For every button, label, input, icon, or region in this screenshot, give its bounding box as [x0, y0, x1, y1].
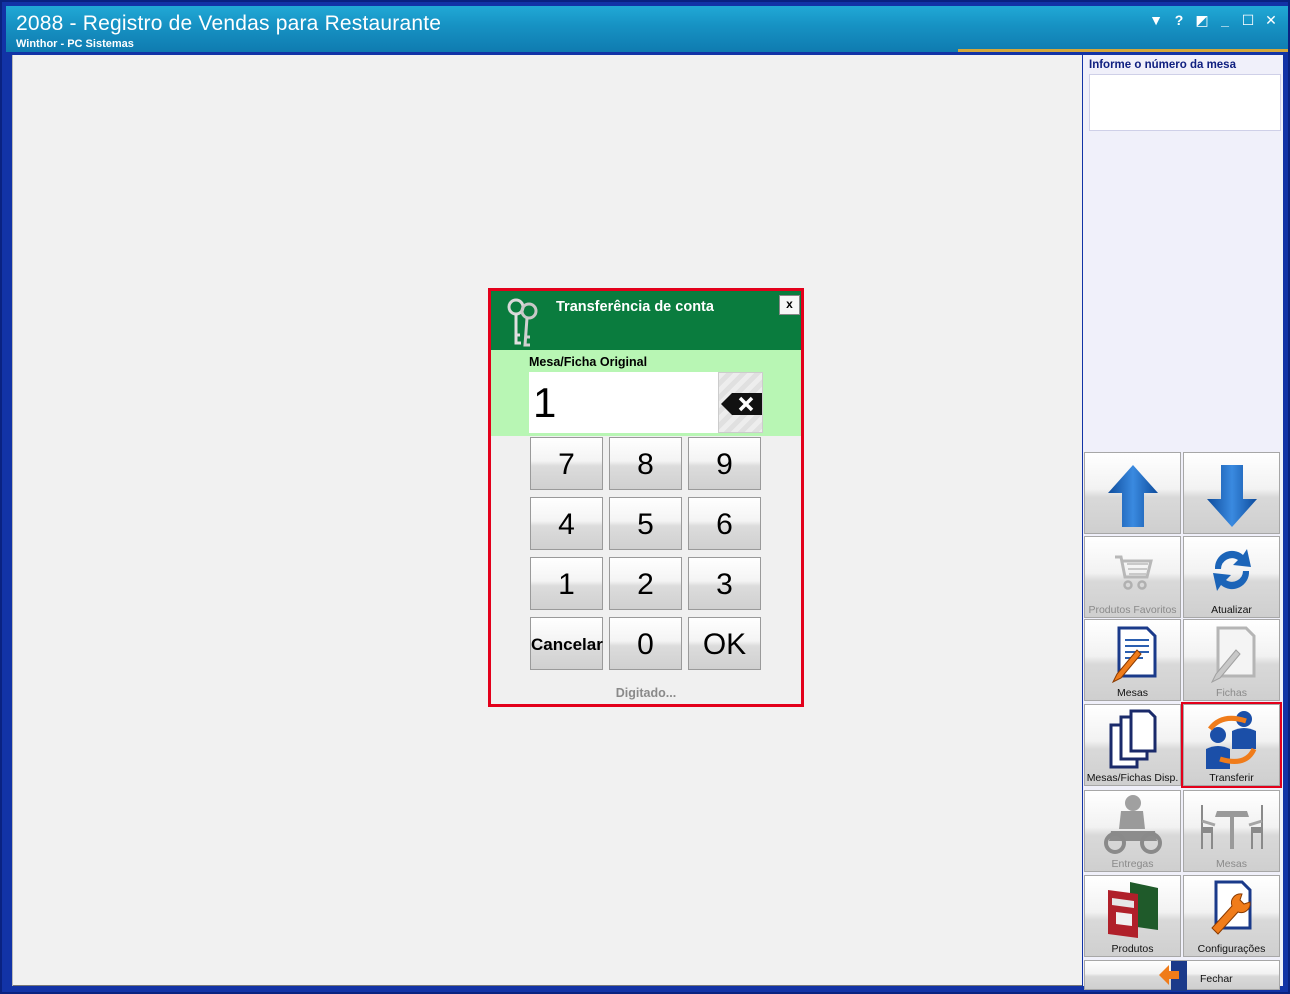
help-icon[interactable]: ?: [1172, 12, 1186, 28]
key-1[interactable]: 1: [530, 557, 603, 610]
dialog-input-area: Mesa/Ficha Original 1: [491, 350, 801, 436]
scroll-down-button[interactable]: [1183, 452, 1280, 534]
key-9[interactable]: 9: [688, 437, 761, 490]
backspace-button[interactable]: [718, 372, 763, 433]
tile-label: Mesas: [1117, 687, 1148, 699]
keys-icon: [507, 298, 538, 347]
app-window: 2088 - Registro de Vendas para Restauran…: [0, 0, 1290, 994]
dialog-header: Transferência de conta x: [491, 291, 801, 350]
produtos-favoritos-button[interactable]: Produtos Favoritos: [1084, 536, 1181, 618]
key-4[interactable]: 4: [530, 497, 603, 550]
right-panel: Informe o número da mesa Produtos Favori…: [1083, 55, 1283, 991]
mesa-number-label: Informe o número da mesa: [1089, 59, 1236, 71]
atualizar-button[interactable]: Atualizar: [1183, 536, 1280, 618]
entregas-button[interactable]: Entregas: [1084, 790, 1181, 872]
fichas-button[interactable]: Fichas: [1183, 619, 1280, 701]
tile-label: Entregas: [1111, 858, 1154, 870]
theme-icon[interactable]: ◩: [1195, 12, 1209, 28]
dialog-title: Transferência de conta: [556, 299, 714, 315]
refresh-icon: [1212, 549, 1251, 591]
backspace-icon: [721, 393, 762, 415]
exit-door-icon: [1159, 961, 1187, 991]
tile-label: Mesas/Fichas Disp.: [1086, 772, 1179, 784]
dialog-close-button[interactable]: x: [779, 295, 800, 315]
document-edit-icon: [1111, 626, 1156, 684]
ok-button[interactable]: OK: [688, 617, 761, 670]
key-2[interactable]: 2: [609, 557, 682, 610]
window-title: 2088 - Registro de Vendas para Restauran…: [16, 12, 442, 35]
maximize-icon[interactable]: ☐: [1241, 12, 1255, 28]
key-0[interactable]: 0: [609, 617, 682, 670]
content-divider: [13, 985, 1082, 986]
key-3[interactable]: 3: [688, 557, 761, 610]
configuracoes-button[interactable]: Configurações: [1183, 875, 1280, 957]
tile-label: Fichas: [1216, 687, 1247, 699]
key-6[interactable]: 6: [688, 497, 761, 550]
document-edit-icon: [1210, 626, 1255, 684]
tile-label: Configurações: [1197, 943, 1266, 955]
produtos-button[interactable]: Produtos: [1084, 875, 1181, 957]
tile-label: Mesas: [1216, 858, 1247, 870]
mesas-disabled-button[interactable]: Mesas: [1183, 790, 1280, 872]
close-icon[interactable]: ✕: [1264, 12, 1278, 28]
fechar-button[interactable]: Fechar: [1084, 960, 1280, 991]
arrow-up-icon: [1107, 465, 1158, 527]
mesa-ficha-original-label: Mesa/Ficha Original: [529, 355, 648, 369]
documents-icon: [1109, 709, 1156, 769]
arrow-down-icon: [1206, 465, 1257, 527]
mesas-button[interactable]: Mesas: [1084, 619, 1181, 701]
key-8[interactable]: 8: [609, 437, 682, 490]
mesa-number-input[interactable]: [1089, 74, 1281, 131]
mesas-fichas-disp-button[interactable]: Mesas/Fichas Disp.: [1084, 704, 1181, 786]
tile-label: Atualizar: [1211, 604, 1252, 616]
tile-label: Produtos Favoritos: [1088, 604, 1177, 616]
dropdown-icon[interactable]: ▼: [1149, 12, 1163, 28]
products-icon: [1107, 882, 1158, 938]
dialog-status-text: Digitado...: [615, 686, 677, 700]
window-controls: ▼ ? ◩ _ ☐ ✕: [1149, 12, 1278, 28]
cart-icon: [1114, 555, 1153, 590]
transfer-dialog: Transferência de conta x Mesa/Ficha Orig…: [488, 288, 804, 707]
minimize-icon[interactable]: _: [1218, 12, 1232, 28]
window-subtitle: Winthor - PC Sistemas: [16, 38, 134, 50]
transferir-button[interactable]: Transferir: [1181, 702, 1282, 788]
wrench-icon: [1210, 880, 1251, 935]
title-bar: 2088 - Registro de Vendas para Restauran…: [6, 6, 1288, 52]
table-icon: [1200, 805, 1263, 849]
key-7[interactable]: 7: [530, 437, 603, 490]
tile-label: Fechar: [1200, 973, 1233, 985]
transfer-icon: [1205, 711, 1256, 769]
mesa-ficha-original-input[interactable]: 1: [529, 372, 718, 433]
tile-label: Produtos: [1111, 943, 1154, 955]
delivery-icon: [1103, 795, 1162, 854]
tile-label: Transferir: [1209, 772, 1254, 784]
cancel-button[interactable]: Cancelar: [530, 617, 603, 670]
scroll-up-button[interactable]: [1084, 452, 1181, 534]
title-accent-line: [958, 49, 1288, 52]
key-5[interactable]: 5: [609, 497, 682, 550]
